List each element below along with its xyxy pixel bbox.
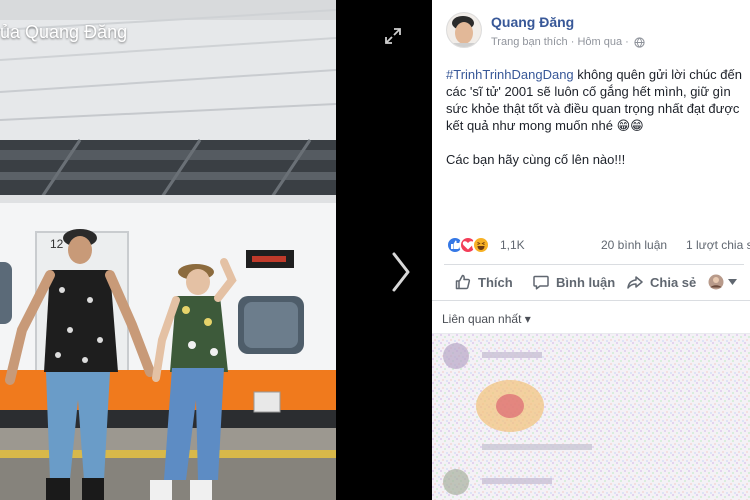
actions-row: Thích Bình luận Chia sẻ xyxy=(444,266,746,298)
post-photo[interactable]: 12 ủa Quang Đăng xyxy=(0,0,336,500)
hashtag-link[interactable]: #TrinhTrinhDangDang xyxy=(446,67,574,82)
comment-icon xyxy=(533,275,549,290)
share-icon xyxy=(627,276,643,289)
divider xyxy=(444,264,744,265)
meta-context[interactable]: Trang bạn thích xyxy=(491,36,568,48)
reactions-row: 1,1K 20 bình luận 1 lượt chia sẻ xyxy=(446,234,750,256)
comment-count[interactable]: 20 bình luận xyxy=(601,238,667,252)
share-count[interactable]: 1 lượt chia sẻ xyxy=(686,238,750,252)
post-panel: Quang Đăng Trang bạn thích · Hôm qua · #… xyxy=(432,0,750,500)
post-text: #TrinhTrinhDangDang không quên gửi lời c… xyxy=(446,66,746,185)
post-paragraph: Các bạn hãy cùng cố lên nào!!! xyxy=(446,152,626,167)
like-button-label: Thích xyxy=(478,274,513,290)
like-button[interactable]: Thích xyxy=(454,266,513,298)
photo-caption: ủa Quang Đăng xyxy=(0,22,128,42)
comment-button-label: Bình luận xyxy=(556,274,616,290)
meta-separator: · xyxy=(625,36,629,49)
haha-reaction-icon xyxy=(472,236,490,254)
globe-icon xyxy=(634,36,645,48)
post-time[interactable]: Hôm qua xyxy=(577,36,622,48)
caret-down-icon xyxy=(728,279,737,285)
share-button-label: Chia sẻ xyxy=(650,274,697,290)
avatar[interactable] xyxy=(446,12,482,48)
comment-button[interactable]: Bình luận xyxy=(532,266,615,298)
expand-icon[interactable] xyxy=(383,26,403,46)
svg-text:12: 12 xyxy=(50,237,64,251)
reaction-count[interactable]: 1,1K xyxy=(500,238,525,252)
author-name[interactable]: Quang Đăng xyxy=(491,14,574,30)
train-station-photo: 12 xyxy=(0,0,336,500)
comment-sort-dropdown[interactable]: Liên quan nhất ▾ xyxy=(442,312,531,326)
thumbs-up-icon xyxy=(455,274,471,290)
post-paragraph: #TrinhTrinhDangDang không quên gửi lời c… xyxy=(446,66,746,134)
chevron-right-icon[interactable] xyxy=(388,250,414,294)
comments-area-blurred xyxy=(432,334,750,500)
meta-separator: · xyxy=(570,36,575,49)
share-button[interactable]: Chia sẻ xyxy=(626,266,696,298)
post-header: Quang Đăng Trang bạn thích · Hôm qua · xyxy=(432,0,750,60)
reaction-selector[interactable] xyxy=(708,266,737,298)
post-meta: Trang bạn thích · Hôm qua · xyxy=(491,36,645,48)
photo-theater: 12 ủa Quang Đăng Quang Đăng Trang bạn th… xyxy=(0,0,750,500)
divider xyxy=(432,300,750,301)
photo-viewer: 12 ủa Quang Đăng xyxy=(0,0,432,500)
profile-avatar-icon xyxy=(708,274,724,290)
